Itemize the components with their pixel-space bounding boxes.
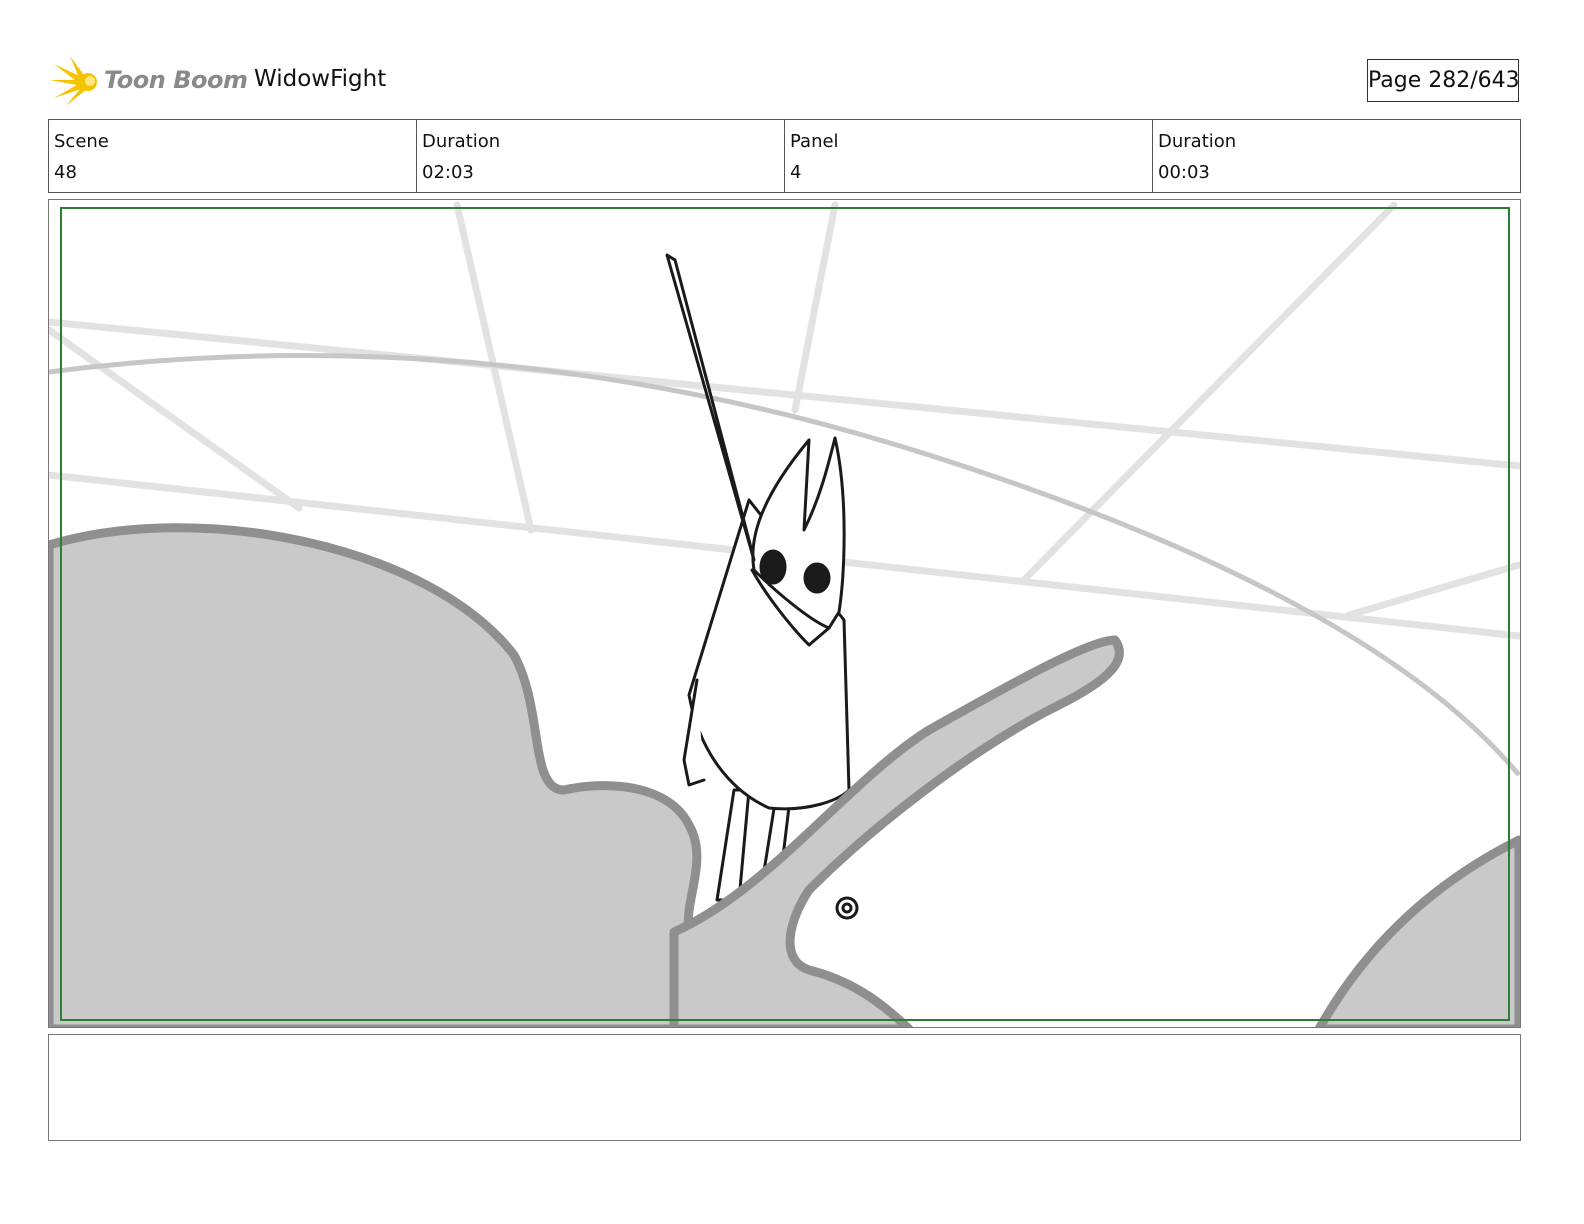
scene-value: 48 — [54, 162, 77, 183]
panel-label: Panel — [790, 131, 839, 152]
page-number: Page 282/643 — [1367, 59, 1520, 102]
logo-text: Toon Boom — [104, 66, 248, 94]
panel-notes-box — [48, 1034, 1521, 1141]
scene-label: Scene — [54, 131, 109, 152]
starburst-icon — [50, 56, 97, 106]
scene-duration-cell: Duration 02:03 — [417, 120, 785, 192]
panel-duration-value: 00:03 — [1158, 162, 1210, 183]
panel-cell: Panel 4 — [785, 120, 1153, 192]
storyboard-panel — [48, 199, 1521, 1028]
right-mound — [1314, 835, 1520, 1027]
scene-duration-label: Duration — [422, 131, 501, 152]
scene-cell: Scene 48 — [49, 120, 417, 192]
toon-boom-logo: Toon Boom — [50, 54, 248, 110]
project-title: WidowFight — [254, 66, 387, 92]
panel-duration-label: Duration — [1158, 131, 1237, 152]
panel-value: 4 — [790, 162, 802, 183]
panel-sketch — [49, 201, 1520, 1027]
left-ground — [49, 523, 714, 1027]
scene-info-table: Scene 48 Duration 02:03 Panel 4 Duration… — [48, 119, 1521, 193]
scene-duration-value: 02:03 — [422, 162, 474, 183]
panel-duration-cell: Duration 00:03 — [1153, 120, 1520, 192]
